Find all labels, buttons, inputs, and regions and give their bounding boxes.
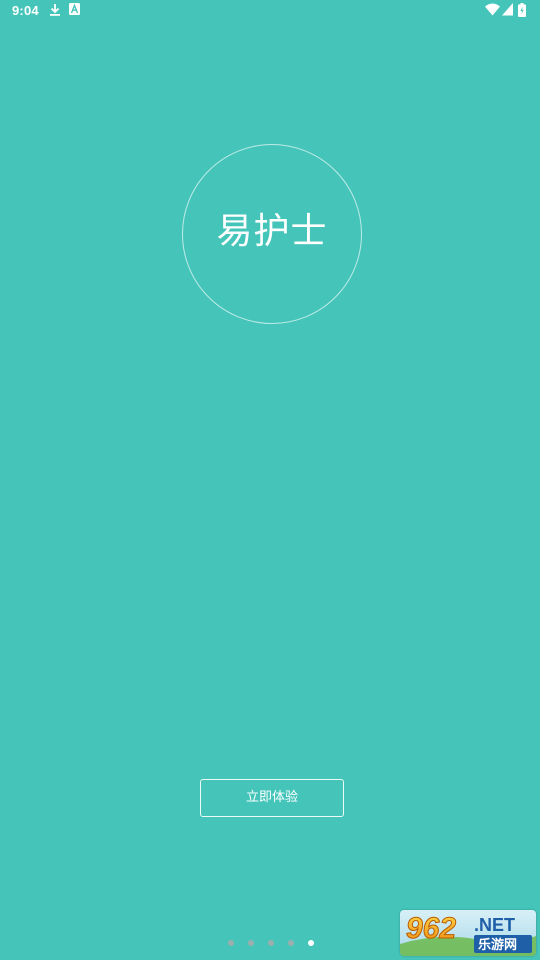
a-notification-icon	[69, 3, 80, 15]
battery-icon	[518, 3, 526, 17]
page-dot-4[interactable]	[288, 940, 294, 946]
watermark-logo-icon: 962 .NET 乐游网	[400, 912, 536, 956]
signal-icon	[502, 3, 513, 16]
watermark-site-name: 乐游网	[478, 937, 517, 953]
status-bar: 9:04	[0, 0, 540, 24]
page-dot-2[interactable]	[248, 940, 254, 946]
page-dot-1[interactable]	[228, 940, 234, 946]
wifi-icon	[485, 3, 500, 16]
status-time: 9:04	[12, 3, 39, 18]
watermark-number: 962	[406, 912, 456, 945]
app-logo-title: 易护士	[216, 211, 328, 252]
download-icon	[50, 4, 60, 16]
page-dot-3[interactable]	[268, 940, 274, 946]
site-watermark: 962 .NET 乐游网	[400, 910, 536, 956]
logo-circle: 易护士	[182, 144, 362, 324]
try-now-button[interactable]: 立即体验	[200, 779, 344, 817]
watermark-domain: .NET	[474, 915, 515, 935]
page-dot-5-active[interactable]	[308, 940, 314, 946]
